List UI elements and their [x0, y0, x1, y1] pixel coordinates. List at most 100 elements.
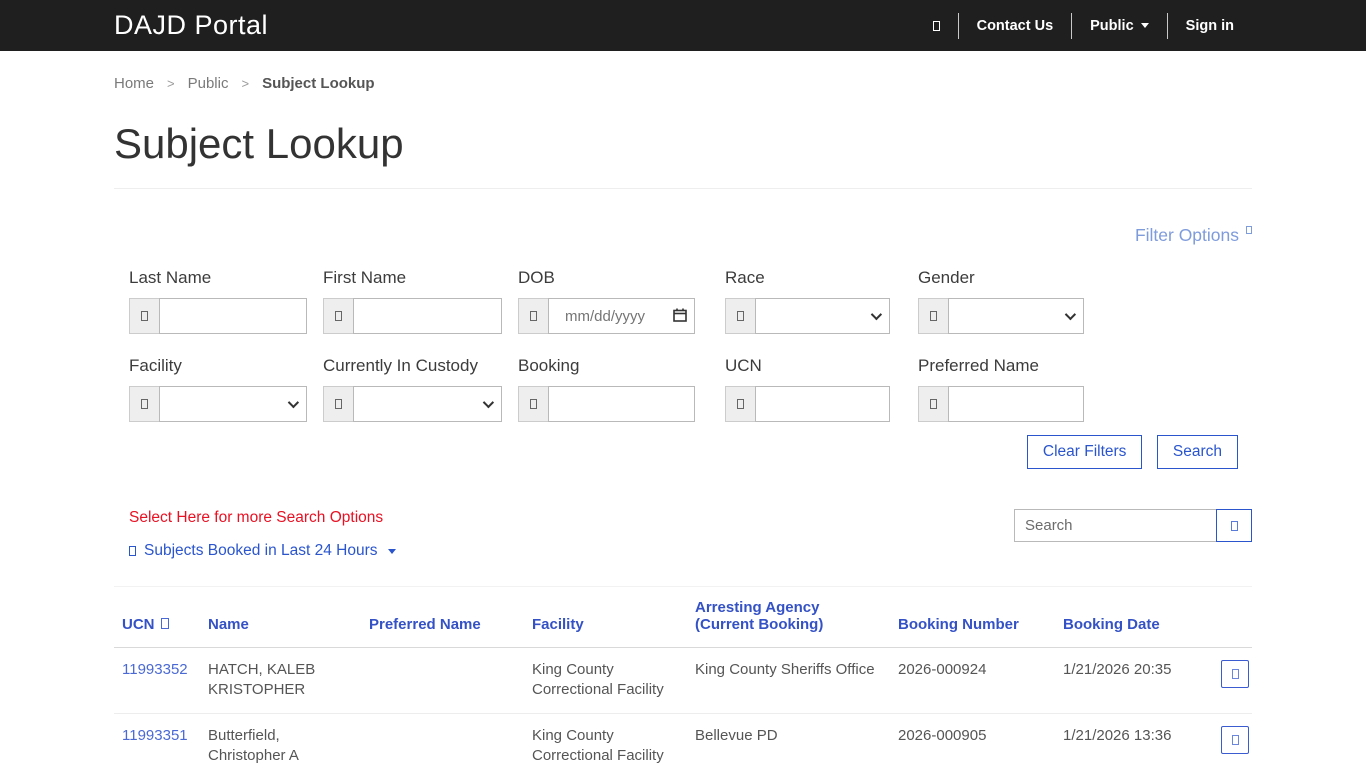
breadcrumb-home[interactable]: Home: [114, 75, 154, 92]
cell-booking-number: 2026-000905: [890, 713, 1055, 768]
nav-sign-in[interactable]: Sign in: [1168, 18, 1252, 34]
booked-last-24-label: Subjects Booked in Last 24 Hours: [144, 542, 378, 559]
race-select[interactable]: [755, 298, 890, 334]
navbar-divider: [1166, 12, 1168, 39]
breadcrumb: Home > Public > Subject Lookup: [114, 51, 1252, 92]
title-divider: [114, 188, 1252, 189]
person-icon: [930, 399, 937, 409]
search-icon: [1230, 520, 1238, 531]
detail-icon: [1231, 734, 1239, 745]
ucn-label: UCN: [725, 356, 762, 375]
dob-label: DOB: [518, 268, 555, 287]
nav-contact-us[interactable]: Contact Us: [959, 18, 1072, 34]
booking-label: Booking: [518, 356, 580, 375]
navbar-divider: [957, 12, 959, 39]
col-header-preferred-name[interactable]: Preferred Name: [361, 586, 524, 648]
sort-icon[interactable]: [160, 618, 169, 629]
results-search-input[interactable]: [1014, 509, 1217, 542]
col-header-facility[interactable]: Facility: [524, 586, 687, 648]
first-name-input[interactable]: [353, 298, 502, 334]
gender-field: Gender: [918, 268, 1084, 334]
cell-booking-date: 1/21/2026 13:36: [1055, 713, 1213, 768]
facility-addon: [129, 386, 159, 422]
results-search-button[interactable]: [1216, 509, 1252, 542]
col-header-booking-number[interactable]: Booking Number: [890, 586, 1055, 648]
filter-options-toggle[interactable]: Filter Options: [1135, 225, 1252, 245]
col-header-agency[interactable]: Arresting Agency (Current Booking): [687, 586, 890, 648]
table-row: 11993351 Butterfield, Christopher A King…: [114, 713, 1252, 768]
calendar-icon[interactable]: [673, 308, 687, 322]
clear-filters-button[interactable]: Clear Filters: [1026, 435, 1143, 469]
booking-field: Booking: [518, 356, 695, 422]
ucn-input[interactable]: [755, 386, 890, 422]
lock-icon: [335, 399, 342, 409]
race-label: Race: [725, 268, 765, 287]
table-header-row: UCN Name Preferred Name Facility Arresti…: [114, 586, 1252, 648]
booking-input[interactable]: [548, 386, 695, 422]
race-addon: [725, 298, 755, 334]
calendar-addon-icon: [530, 311, 537, 321]
preferred-name-input[interactable]: [948, 386, 1084, 422]
race-addon-icon: [737, 311, 744, 321]
cell-agency: Bellevue PD: [687, 713, 890, 768]
first-name-field: First Name: [323, 268, 502, 334]
chevron-down-icon: [870, 308, 883, 321]
filter-row-2: Facility Currently In Custody Booking UC…: [114, 356, 1252, 422]
ucn-addon: [725, 386, 755, 422]
page-title: Subject Lookup: [114, 120, 404, 167]
in-custody-field: Currently In Custody: [323, 356, 502, 422]
brand-link[interactable]: DAJD Portal: [114, 10, 268, 41]
booking-addon: [518, 386, 548, 422]
filter-buttons-row: Clear Filters Search: [114, 435, 1252, 469]
person-icon: [141, 311, 148, 321]
more-search-options-link[interactable]: Select Here for more Search Options: [129, 509, 383, 527]
chevron-down-icon: [1064, 308, 1077, 321]
cell-name: Butterfield, Christopher A: [200, 713, 361, 768]
facility-select[interactable]: [159, 386, 307, 422]
preferred-name-addon: [918, 386, 948, 422]
first-name-addon: [323, 298, 353, 334]
booked-last-24-dropdown[interactable]: Subjects Booked in Last 24 Hours: [129, 542, 396, 560]
gender-addon: [918, 298, 948, 334]
person-icon: [335, 311, 342, 321]
ucn-link[interactable]: 11993352: [122, 661, 188, 678]
chevron-down-icon: [1140, 23, 1149, 28]
preferred-name-label: Preferred Name: [918, 356, 1039, 375]
breadcrumb-public[interactable]: Public: [188, 75, 229, 92]
breadcrumb-separator: >: [241, 76, 250, 91]
ucn-field: UCN: [725, 356, 890, 422]
col-header-ucn-label: UCN: [122, 616, 155, 633]
col-header-booking-date[interactable]: Booking Date: [1055, 586, 1213, 648]
search-button[interactable]: Search: [1156, 435, 1238, 469]
in-custody-addon: [323, 386, 353, 422]
document-icon: [530, 399, 537, 409]
ucn-link[interactable]: 11993351: [122, 727, 188, 744]
first-name-label: First Name: [323, 268, 407, 287]
in-custody-select[interactable]: [353, 386, 502, 422]
gender-select[interactable]: [948, 298, 1084, 334]
cell-name: HATCH, KALEB KRISTOPHER: [200, 647, 361, 714]
cell-agency: King County Sheriffs Office: [687, 647, 890, 714]
col-header-actions: [1213, 586, 1252, 648]
hash-icon: [737, 399, 744, 409]
chevron-down-icon: [387, 548, 396, 554]
preferred-name-field: Preferred Name: [918, 356, 1084, 422]
cell-facility: King County Correctional Facility: [524, 713, 687, 768]
gender-addon-icon: [930, 311, 937, 321]
cell-booking-number: 2026-000924: [890, 647, 1055, 714]
facility-label: Facility: [129, 356, 182, 375]
navbar-search-button[interactable]: [915, 20, 958, 31]
col-header-name[interactable]: Name: [200, 586, 361, 648]
row-detail-button[interactable]: [1221, 660, 1249, 688]
col-header-ucn[interactable]: UCN: [114, 586, 200, 648]
nav-public-dropdown[interactable]: Public: [1072, 18, 1167, 34]
search-icon: [932, 20, 940, 31]
row-detail-button[interactable]: [1221, 725, 1249, 754]
dob-field: DOB: [518, 268, 695, 334]
results-search-group: [1014, 509, 1252, 542]
last-name-addon: [129, 298, 159, 334]
cell-facility: King County Correctional Facility: [524, 647, 687, 714]
last-name-input[interactable]: [159, 298, 307, 334]
mid-row: Select Here for more Search Options Subj…: [114, 509, 1252, 560]
building-icon: [141, 399, 148, 409]
